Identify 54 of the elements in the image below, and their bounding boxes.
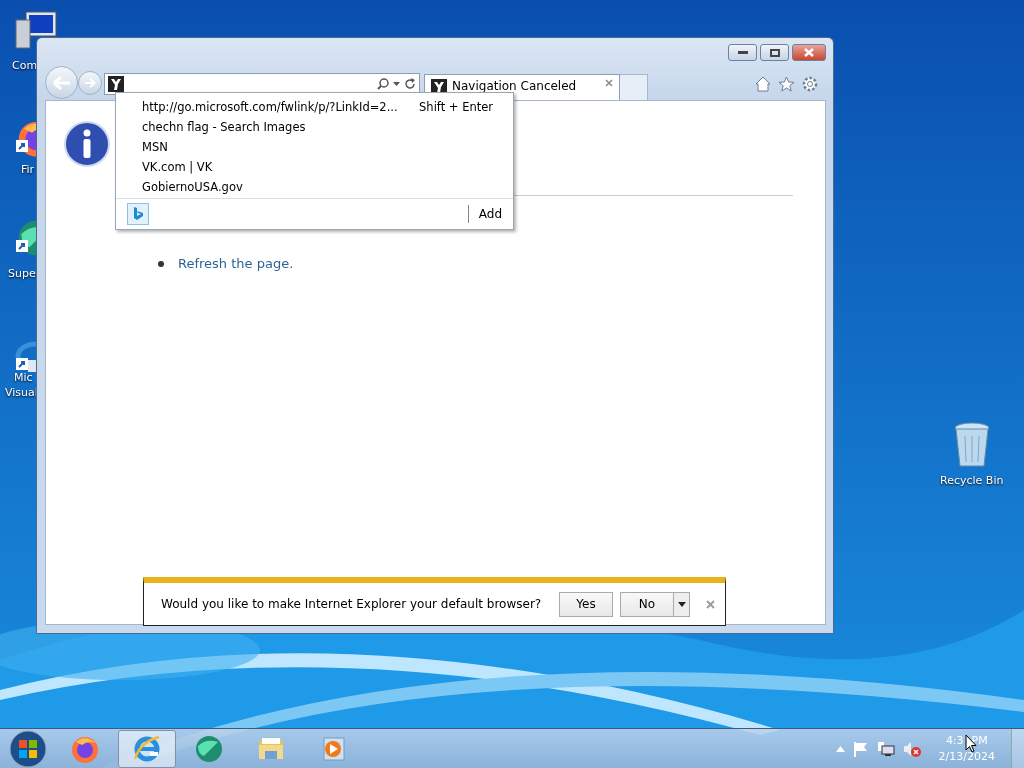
settings-icon[interactable] xyxy=(802,76,818,92)
network-icon[interactable] xyxy=(876,741,895,757)
add-button[interactable]: Add xyxy=(467,205,502,223)
home-icon[interactable] xyxy=(755,76,771,92)
more-options-button[interactable] xyxy=(674,591,690,617)
desktop-icon-label[interactable]: Mic xyxy=(14,371,33,384)
volume-muted-icon[interactable] xyxy=(902,741,921,757)
close-tab-icon[interactable] xyxy=(605,79,613,87)
maximize-button[interactable] xyxy=(760,44,789,61)
suggestion-item[interactable]: chechn flag - Search Images xyxy=(142,120,306,134)
flag-icon[interactable] xyxy=(852,741,869,757)
maximize-icon xyxy=(769,48,780,57)
suggestion-item[interactable]: VK.com | VK xyxy=(142,160,213,174)
minimize-icon xyxy=(737,50,748,55)
refresh-icon[interactable] xyxy=(404,78,416,90)
firefox-icon xyxy=(70,734,100,764)
show-hidden-icons-icon[interactable] xyxy=(835,746,845,752)
bullet-icon xyxy=(158,260,164,267)
search-icon[interactable] xyxy=(377,78,389,90)
shortcut-icon xyxy=(16,240,28,252)
minimize-button[interactable] xyxy=(728,44,757,61)
star-icon[interactable] xyxy=(778,76,795,92)
desktop-icon-label[interactable]: Fir xyxy=(21,163,35,176)
suggestion-item[interactable]: http://go.microsoft.com/fwlink/p/?LinkId=2... xyxy=(142,100,398,114)
globe-icon xyxy=(194,734,224,764)
shortcut-hint: Shift + Enter xyxy=(419,100,493,114)
back-arrow-icon xyxy=(52,75,71,90)
notification-message: Would you like to make Internet Explorer your default browser? xyxy=(161,597,543,611)
back-button[interactable] xyxy=(45,66,78,99)
desktop-icon-label[interactable]: Visual xyxy=(5,386,38,399)
shortcut-icon xyxy=(16,358,28,370)
desktop-icon-label[interactable]: Com xyxy=(12,59,38,72)
desktop-icon-label[interactable]: Supe xyxy=(8,267,36,280)
suggestion-item[interactable]: GobiernoUSA.gov xyxy=(142,180,243,194)
close-icon[interactable] xyxy=(706,599,715,609)
desktop-icon-label[interactable]: Recycle Bin xyxy=(940,474,1004,487)
shortcut-icon xyxy=(16,140,28,152)
info-icon xyxy=(64,121,110,167)
ie-icon xyxy=(132,734,162,764)
dropdown-icon[interactable] xyxy=(393,82,400,86)
refresh-link[interactable]: Refresh the page. xyxy=(178,256,294,271)
caret-icon xyxy=(677,601,686,607)
address-bar[interactable] xyxy=(104,73,420,95)
start-button[interactable] xyxy=(9,730,47,768)
search-provider-icon[interactable] xyxy=(127,203,149,225)
suggestion-item[interactable]: MSN xyxy=(142,140,168,154)
no-button[interactable]: No xyxy=(620,591,674,617)
taskbar-button[interactable] xyxy=(118,730,176,768)
forward-button[interactable] xyxy=(78,71,102,95)
yes-button[interactable]: Yes xyxy=(559,591,613,617)
forward-arrow-icon xyxy=(84,78,96,88)
close-icon xyxy=(804,48,814,57)
close-button[interactable] xyxy=(792,44,826,61)
recycle-bin-icon xyxy=(952,422,991,468)
